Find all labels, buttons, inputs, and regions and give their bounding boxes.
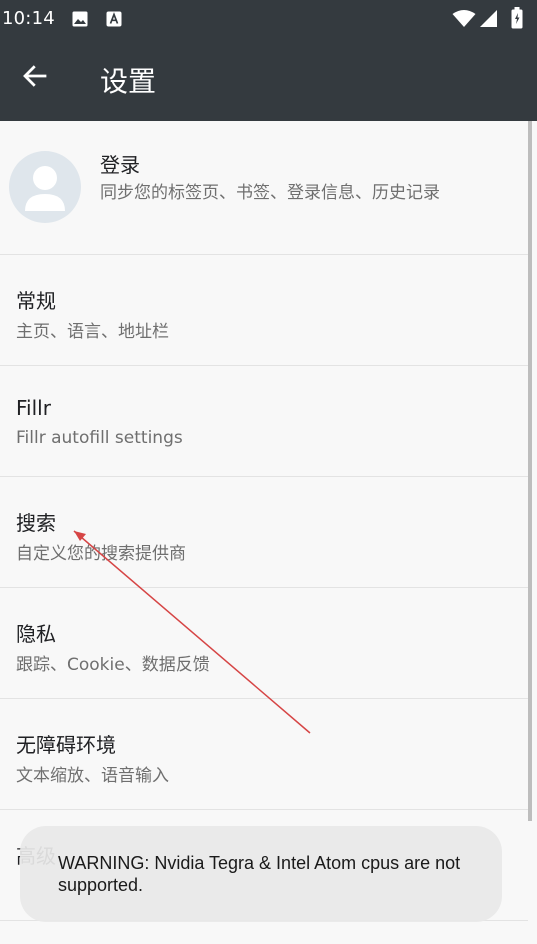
- avatar-icon: [9, 151, 81, 223]
- settings-item-general[interactable]: 常规 主页、语言、地址栏: [0, 255, 528, 366]
- settings-item-fillr[interactable]: Fillr Fillr autofill settings: [0, 366, 528, 477]
- a-notification-icon: [106, 11, 122, 27]
- settings-item-subtitle: 文本缩放、语音输入: [16, 766, 169, 786]
- page-title: 设置: [100, 65, 157, 98]
- settings-list: 登录 同步您的标签页、书签、登录信息、历史记录 常规 主页、语言、地址栏 Fil…: [0, 121, 528, 921]
- image-icon: [72, 11, 88, 27]
- wifi-icon: [452, 10, 476, 27]
- settings-item-login[interactable]: 登录 同步您的标签页、书签、登录信息、历史记录: [0, 121, 528, 255]
- scrollbar[interactable]: [528, 121, 532, 821]
- app-toolbar: 设置: [0, 38, 537, 121]
- settings-item-subtitle: Fillr autofill settings: [16, 428, 183, 448]
- status-time: 10:14: [2, 8, 55, 29]
- settings-item-privacy[interactable]: 隐私 跟踪、Cookie、数据反馈: [0, 588, 528, 699]
- signal-icon: [480, 10, 497, 27]
- settings-item-accessibility[interactable]: 无障碍环境 文本缩放、语音输入: [0, 699, 528, 810]
- settings-item-subtitle: 跟踪、Cookie、数据反馈: [16, 655, 210, 675]
- settings-item-title: 隐私: [16, 622, 56, 646]
- settings-item-subtitle: 主页、语言、地址栏: [16, 322, 169, 342]
- settings-item-title: 登录: [100, 153, 140, 177]
- toast-message: WARNING: Nvidia Tegra & Intel Atom cpus …: [58, 853, 461, 895]
- settings-item-title: 无障碍环境: [16, 733, 116, 757]
- settings-item-title: 常规: [16, 289, 56, 313]
- settings-item-search[interactable]: 搜索 自定义您的搜索提供商: [0, 477, 528, 588]
- toast: WARNING: Nvidia Tegra & Intel Atom cpus …: [20, 826, 502, 922]
- settings-item-title: 搜索: [16, 511, 56, 535]
- arrow-left-icon[interactable]: [20, 61, 50, 91]
- settings-item-subtitle: 自定义您的搜索提供商: [16, 544, 186, 564]
- settings-item-title: Fillr: [16, 396, 51, 420]
- battery-icon: [511, 7, 523, 29]
- status-bar: 10:14: [0, 0, 537, 38]
- settings-item-subtitle: 同步您的标签页、书签、登录信息、历史记录: [100, 183, 440, 203]
